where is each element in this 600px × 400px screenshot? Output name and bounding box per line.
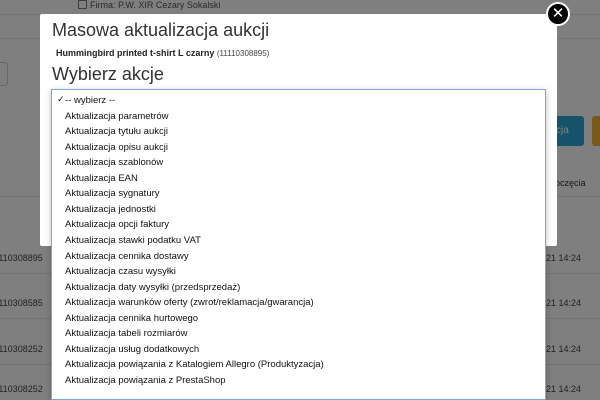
product-id: (11110308895): [216, 49, 270, 58]
dropdown-option[interactable]: Aktualizacja warunków oferty (zwrot/rekl…: [52, 295, 545, 311]
dropdown-option-label: Aktualizacja cennika hurtowego: [65, 312, 199, 324]
dropdown-option[interactable]: Aktualizacja opisu aukcji: [52, 140, 545, 156]
dropdown-option[interactable]: Aktualizacja usług dodatkowych: [52, 342, 545, 358]
dropdown-option[interactable]: Aktualizacja stawki podatku VAT: [52, 233, 545, 249]
dropdown-option[interactable]: Aktualizacja parametrów: [52, 109, 545, 125]
dropdown-option-label: Aktualizacja czasu wysyłki: [65, 266, 176, 278]
dropdown-option-label: Aktualizacja powiązania z Katalogiem All…: [65, 359, 324, 371]
close-icon[interactable]: ✕: [546, 2, 570, 26]
dropdown-option[interactable]: Aktualizacja daty wysyłki (przedsprzedaż…: [52, 280, 545, 296]
dropdown-option-label: Aktualizacja jednostki: [65, 203, 156, 215]
dropdown-option[interactable]: Aktualizacja czasu wysyłki: [52, 264, 545, 280]
dropdown-option[interactable]: Aktualizacja sygnatury: [52, 186, 545, 202]
dropdown-option-label: Aktualizacja warunków oferty (zwrot/rekl…: [65, 297, 314, 309]
dropdown-option[interactable]: Aktualizacja tytułu aukcji: [52, 124, 545, 140]
product-name: Hummingbird printed t-shirt L czarny: [56, 48, 215, 58]
dropdown-option-label: Aktualizacja sygnatury: [65, 188, 160, 200]
modal-title: Masowa aktualizacja aukcji: [52, 20, 270, 40]
dropdown-option-label: Aktualizacja stawki podatku VAT: [65, 234, 201, 246]
dropdown-option-label: Aktualizacja opcji faktury: [65, 219, 170, 231]
dropdown-option-label: Aktualizacja powiązania z PrestaShop: [65, 374, 226, 386]
dropdown-option-placeholder[interactable]: ✓ -- wybierz --: [52, 93, 545, 109]
dropdown-option[interactable]: Aktualizacja szablonów: [52, 155, 545, 171]
dropdown-option-label: Aktualizacja opisu aukcji: [65, 141, 168, 153]
dropdown-option[interactable]: Aktualizacja cennika hurtowego: [52, 311, 545, 327]
product-info: Hummingbird printed t-shirt L czarny (11…: [56, 48, 269, 58]
dropdown-option-label: Aktualizacja tytułu aukcji: [65, 126, 168, 138]
dropdown-option[interactable]: Aktualizacja powiązania z PrestaShop: [52, 373, 545, 389]
dropdown-option[interactable]: Aktualizacja EAN: [52, 171, 545, 187]
dropdown-option-label: Aktualizacja szablonów: [65, 157, 164, 169]
dropdown-option-label: Aktualizacja usług dodatkowych: [65, 343, 200, 355]
dropdown-option-label: -- wybierz --: [65, 95, 116, 106]
dropdown-option[interactable]: Aktualizacja opcji faktury: [52, 217, 545, 233]
dropdown-option-label: Aktualizacja tabeli rozmiarów: [65, 328, 188, 340]
dropdown-option-label: Aktualizacja EAN: [65, 172, 138, 184]
action-select-dropdown[interactable]: ✓ -- wybierz -- Aktualizacja parametrów Akt…: [51, 89, 546, 400]
dropdown-option[interactable]: Aktualizacja cennika dostawy: [52, 249, 545, 265]
dropdown-option-label: Aktualizacja daty wysyłki (przedsprzedaż…: [65, 281, 241, 293]
dropdown-option-label: Aktualizacja cennika dostawy: [65, 250, 189, 262]
dropdown-option[interactable]: Aktualizacja tabeli rozmiarów: [52, 326, 545, 342]
dropdown-option[interactable]: Aktualizacja jednostki: [52, 202, 545, 218]
dropdown-option-label: Aktualizacja parametrów: [65, 110, 169, 122]
dropdown-option[interactable]: Aktualizacja powiązania z Katalogiem All…: [52, 357, 545, 373]
section-title: Wybierz akcje: [52, 64, 164, 84]
